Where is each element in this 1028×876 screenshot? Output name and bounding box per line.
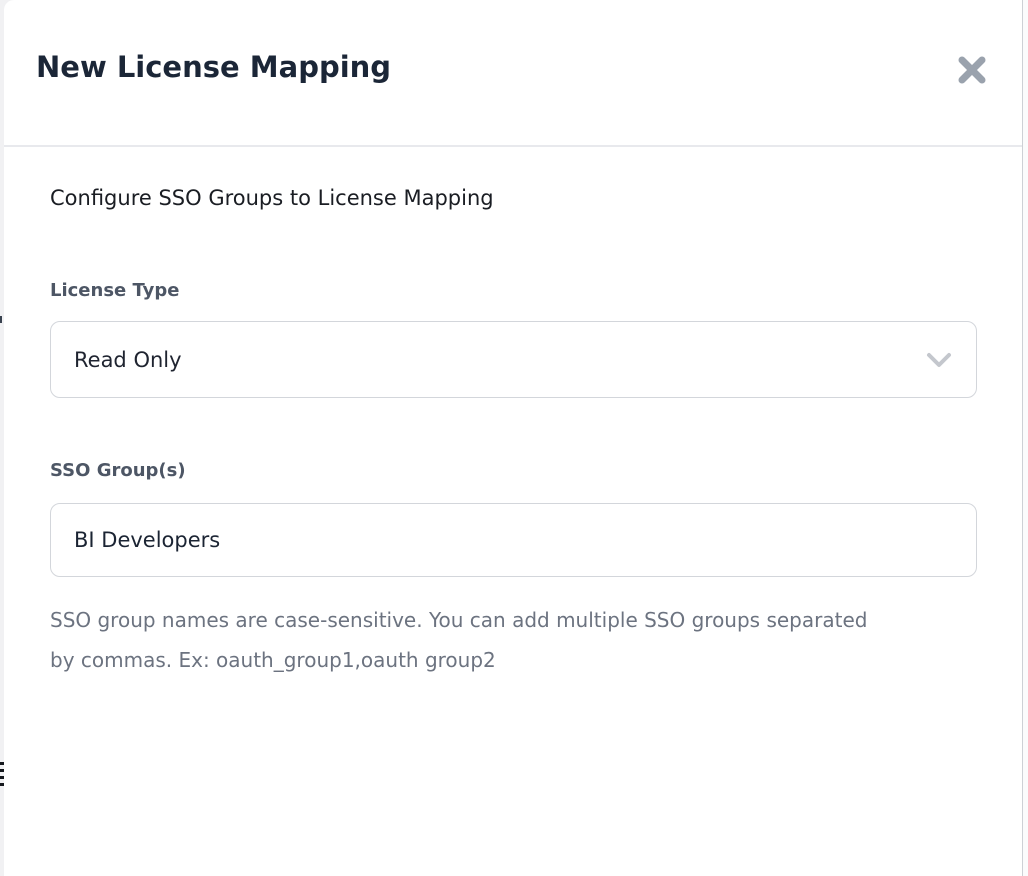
page-behind-right-sliver: [1023, 0, 1028, 876]
modal-title: New License Mapping: [36, 50, 391, 84]
page-peek-text: [0, 316, 2, 323]
sso-groups-label: SSO Group(s): [50, 460, 186, 481]
license-type-select-wrap: Read Only: [50, 321, 977, 398]
sso-groups-help: SSO group names are case-sensitive. You …: [50, 600, 888, 680]
sso-groups-input[interactable]: [50, 503, 977, 577]
license-type-label: License Type: [50, 280, 180, 301]
close-icon: [956, 54, 988, 86]
license-type-select[interactable]: Read Only: [50, 321, 977, 398]
modal-header: New License Mapping: [4, 0, 1022, 145]
modal-body: Configure SSO Groups to License Mapping …: [4, 147, 1022, 876]
close-button[interactable]: [952, 50, 992, 90]
new-license-mapping-modal: New License Mapping Configure SSO Groups…: [4, 0, 1023, 876]
modal-subtitle: Configure SSO Groups to License Mapping: [50, 186, 494, 210]
